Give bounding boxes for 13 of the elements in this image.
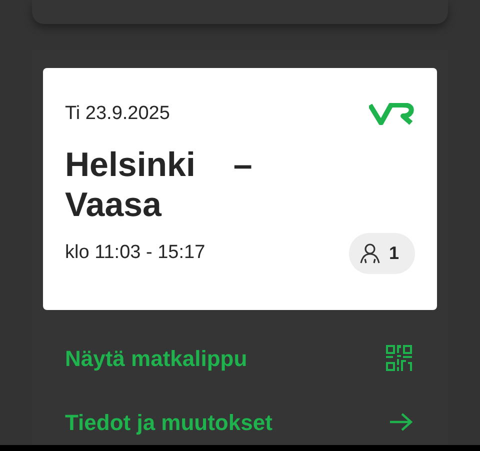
passenger-count: 1 [348, 232, 415, 274]
ticket-card[interactable]: Ti 23.9.2025 Helsinki – Vaasa klo 11:03 - 15:17 1 [43, 68, 437, 310]
arrow-right-icon [389, 412, 413, 432]
travel-time: klo 11:03 - 15:17 [65, 240, 206, 265]
origin-station: Helsinki [65, 144, 196, 185]
travel-date: Ti 23.9.2025 [65, 102, 170, 126]
route-dash: – [233, 144, 252, 185]
person-icon [358, 242, 381, 264]
qr-code-icon [385, 344, 413, 372]
destination-station: Vaasa [65, 184, 162, 225]
action-button[interactable]: Tiedot ja muutokset [43, 390, 437, 451]
action-button[interactable]: Näytä matkalippu [43, 326, 437, 390]
logo-icon [369, 103, 415, 126]
